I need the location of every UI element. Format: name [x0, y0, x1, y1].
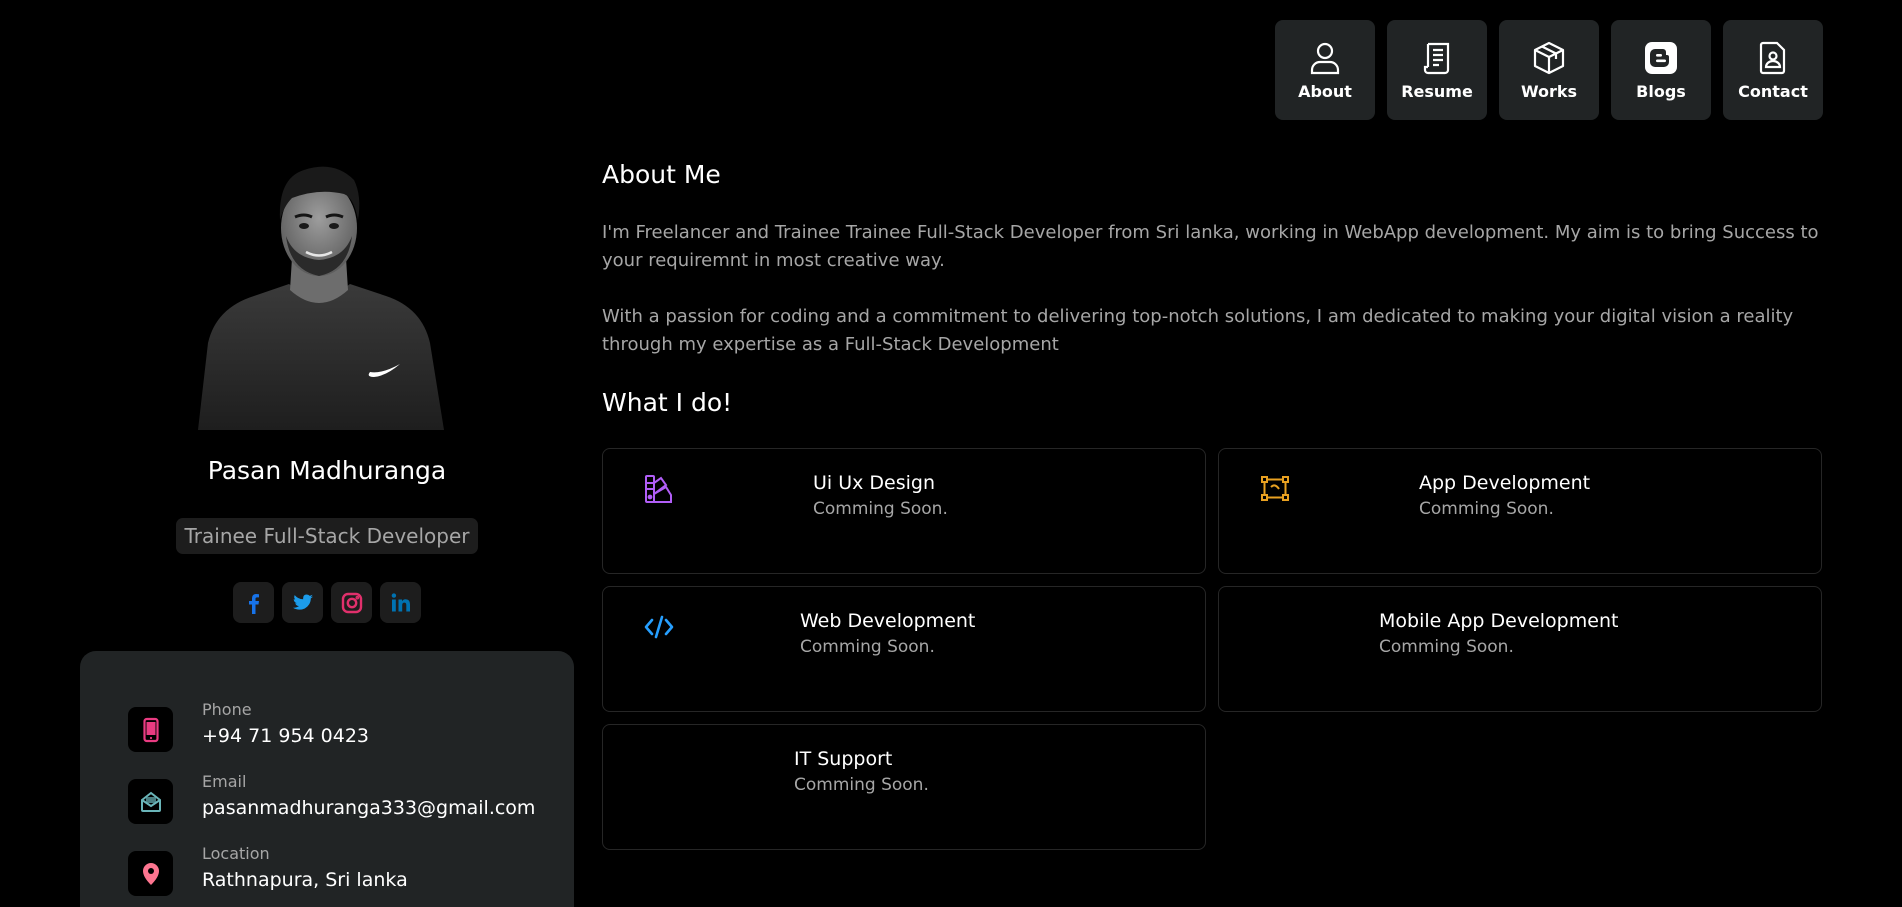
- vector-nodes-icon: [1261, 476, 1289, 501]
- twitter-link[interactable]: [282, 582, 323, 623]
- service-card-app-dev: App Development Comming Soon.: [1218, 448, 1822, 574]
- nav-label: Blogs: [1636, 81, 1686, 101]
- nav-item-resume[interactable]: Resume: [1387, 20, 1487, 120]
- user-icon: [1310, 42, 1340, 74]
- services-heading: What I do!: [602, 388, 733, 417]
- contact-icon-box: [128, 707, 173, 752]
- contact-text: Location Rathnapura, Sri lanka: [202, 844, 408, 891]
- facebook-link[interactable]: [233, 582, 274, 623]
- about-paragraph-2: With a passion for coding and a commitme…: [602, 306, 1794, 355]
- card-icon: [1259, 473, 1291, 505]
- card-title: Mobile App Development: [1379, 610, 1619, 632]
- phone-icon: [142, 717, 159, 742]
- mail-open-icon: [140, 791, 161, 812]
- location-pin-icon: [142, 862, 159, 885]
- contact-label: Location: [202, 844, 270, 863]
- contact-value: +94 71 954 0423: [202, 725, 370, 747]
- linkedin-icon: [391, 592, 410, 611]
- resume-icon: [1423, 42, 1450, 74]
- card-title: App Development: [1419, 472, 1591, 494]
- contact-icon-box: [128, 851, 173, 896]
- card-desc: Comming Soon.: [794, 775, 929, 795]
- card-desc: Comming Soon.: [1419, 499, 1554, 519]
- service-card-it-support: IT Support Comming Soon.: [602, 724, 1206, 850]
- card-desc: Comming Soon.: [813, 499, 948, 519]
- linkedin-link[interactable]: [380, 582, 421, 623]
- blogger-icon: [1645, 41, 1677, 74]
- role-badge: Trainee Full-Stack Developer: [175, 518, 479, 554]
- card-icon: [643, 611, 675, 643]
- nav-item-blogs[interactable]: Blogs: [1611, 20, 1711, 120]
- design-swatch-icon: [645, 475, 672, 503]
- top-nav: About Resume Works Blogs Contact: [1275, 20, 1823, 120]
- role-badge-wrap: Trainee Full-Stack Developer: [80, 518, 574, 554]
- profile-name: Pasan Madhuranga: [207, 456, 447, 485]
- service-card-ui-ux: Ui Ux Design Comming Soon.: [602, 448, 1206, 574]
- social-links: [233, 582, 421, 623]
- contact-email: Email pasanmadhuranga333@gmail.com: [128, 772, 535, 824]
- card-icon: [643, 473, 675, 505]
- nav-label: Resume: [1401, 81, 1473, 101]
- contact-label: Phone: [202, 700, 252, 719]
- contact-text: Email pasanmadhuranga333@gmail.com: [202, 772, 535, 819]
- code-icon: [644, 615, 674, 639]
- card-title: IT Support: [794, 748, 893, 770]
- card-title: Ui Ux Design: [813, 472, 936, 494]
- contact-card: Phone +94 71 954 0423 Email pasanmadhura…: [80, 651, 574, 907]
- instagram-icon: [341, 592, 362, 613]
- profile-photo: [194, 158, 444, 430]
- box-icon: [1533, 41, 1565, 74]
- nav-item-contact[interactable]: Contact: [1723, 20, 1823, 120]
- nav-label: About: [1298, 81, 1352, 101]
- service-card-web-dev: Web Development Comming Soon.: [602, 586, 1206, 712]
- card-desc: Comming Soon.: [1379, 637, 1514, 657]
- twitter-icon: [292, 594, 313, 610]
- contact-value[interactable]: pasanmadhuranga333@gmail.com: [202, 797, 535, 819]
- card-desc: Comming Soon.: [800, 637, 935, 657]
- nav-item-about[interactable]: About: [1275, 20, 1375, 120]
- contact-value: Rathnapura, Sri lanka: [202, 869, 408, 891]
- contact-phone: Phone +94 71 954 0423: [128, 700, 369, 752]
- contact-text: Phone +94 71 954 0423: [202, 700, 369, 747]
- facebook-icon: [248, 593, 259, 614]
- contact-icon-box: [128, 779, 173, 824]
- contact-location: Location Rathnapura, Sri lanka: [128, 844, 408, 896]
- contact-label: Email: [202, 772, 247, 791]
- service-card-mobile-app: Mobile App Development Comming Soon.: [1218, 586, 1822, 712]
- instagram-link[interactable]: [331, 582, 372, 623]
- about-heading: About Me: [602, 160, 721, 189]
- nav-label: Contact: [1738, 81, 1808, 101]
- nav-item-works[interactable]: Works: [1499, 20, 1599, 120]
- about-paragraph-1: I'm Freelancer and Trainee Trainee Full-…: [602, 222, 1819, 271]
- nav-label: Works: [1520, 81, 1578, 101]
- contact-card-icon: [1759, 41, 1786, 74]
- card-title: Web Development: [800, 610, 976, 632]
